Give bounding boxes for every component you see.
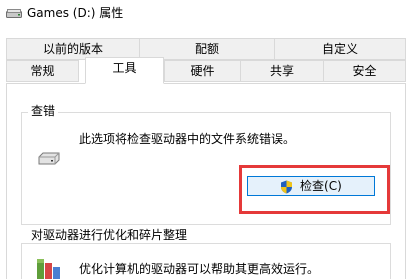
check-button-label: 检查(C) bbox=[300, 179, 342, 193]
window-title: Games (D:) 属性 bbox=[27, 6, 124, 20]
optimize-title: 对驱动器进行优化和碎片整理 bbox=[28, 228, 191, 242]
tab-sharing[interactable]: 共享 bbox=[240, 60, 324, 82]
tab-customize[interactable]: 自定义 bbox=[274, 38, 406, 60]
uac-shield-icon bbox=[281, 180, 293, 193]
tab-security[interactable]: 安全 bbox=[323, 60, 406, 82]
tab-tools[interactable]: 工具 bbox=[85, 57, 164, 84]
drive-icon bbox=[6, 9, 22, 18]
title-bar: Games (D:) 属性 bbox=[0, 0, 411, 30]
hard-drive-icon bbox=[38, 152, 60, 165]
tab-general[interactable]: 常规 bbox=[6, 60, 79, 82]
tab-hardware[interactable]: 硬件 bbox=[164, 60, 241, 82]
tab-strip: 以前的版本 配额 自定义 常规 工具 硬件 共享 安全 bbox=[0, 38, 411, 84]
error-check-title: 查错 bbox=[28, 104, 59, 118]
optimize-description: 优化计算机的驱动器可以帮助其更高效运行。 bbox=[79, 262, 320, 276]
check-button[interactable]: 检查(C) bbox=[247, 176, 375, 196]
error-check-description: 此选项将检查驱动器中的文件系统错误。 bbox=[79, 132, 296, 146]
defrag-icon bbox=[37, 259, 60, 279]
